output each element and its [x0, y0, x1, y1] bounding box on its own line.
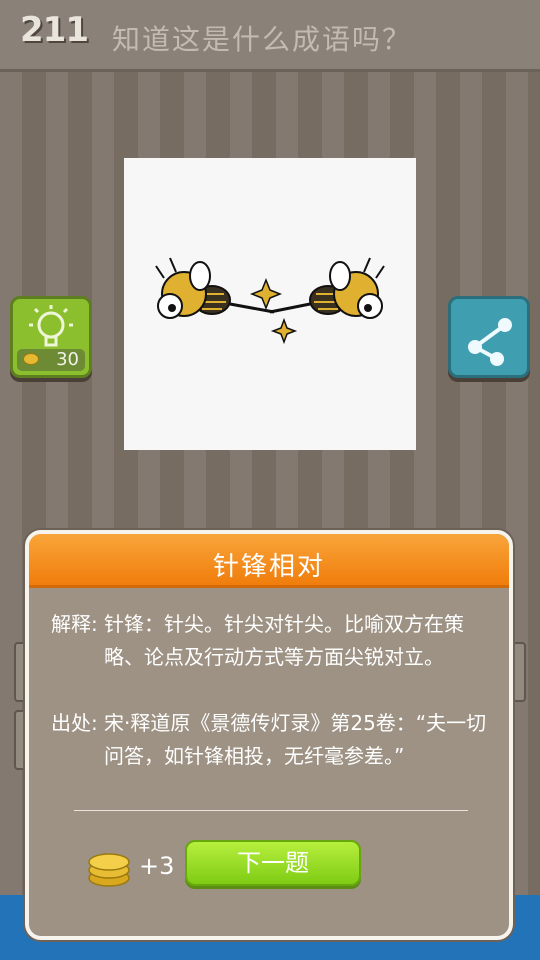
- divider: [74, 810, 468, 811]
- explanation-text: 针锋：针尖。针尖对针尖。比喻双方在策略、论点及行动方式等方面尖锐对立。: [104, 612, 464, 669]
- hint-cost-bar: 30: [17, 349, 85, 371]
- idiom-answer: 针锋相对: [212, 552, 325, 582]
- coins-icon: [88, 853, 130, 887]
- sparkle-icon: [249, 277, 283, 311]
- lightbulb-icon: [29, 305, 73, 347]
- right-side-tab: [512, 642, 526, 702]
- sparkle-icon: [270, 317, 298, 345]
- explanation-row: 解释: 针锋：针尖。针尖对针尖。比喻双方在策略、论点及行动方式等方面尖锐对立。: [51, 608, 491, 707]
- question-text: 知道这是什么成语吗？: [112, 23, 413, 56]
- hint-button[interactable]: 30: [10, 296, 92, 378]
- hint-cost: 30: [56, 349, 79, 370]
- share-button[interactable]: [448, 296, 530, 378]
- puzzle-image: [124, 158, 416, 450]
- right-bee-icon: [269, 257, 385, 319]
- dialog-title-bar: 针锋相对: [29, 534, 509, 588]
- answer-dialog: 针锋相对 解释: 针锋：针尖。针尖对针尖。比喻双方在策略、论点及行动方式等方面尖…: [25, 530, 513, 940]
- coin-icon: [23, 353, 39, 365]
- source-row: 出处: 宋·释道原《景德传灯录》第25卷：“夫一切问答，如针锋相投，无纤毫参差。…: [51, 707, 491, 806]
- level-number: 211: [20, 10, 89, 50]
- bees-illustration: [155, 257, 385, 345]
- source-text: 宋·释道原《景德传灯录》第25卷：“夫一切问答，如针锋相投，无纤毫参差。”: [104, 711, 487, 768]
- explanation-label: 解释:: [51, 612, 98, 636]
- next-question-button[interactable]: 下一题: [185, 840, 361, 886]
- top-bar: 211 知道这是什么成语吗？: [0, 0, 540, 72]
- coin-reward: +3: [139, 852, 175, 880]
- source-label: 出处:: [51, 711, 98, 735]
- share-icon: [468, 318, 512, 366]
- left-bee-icon: [155, 257, 275, 319]
